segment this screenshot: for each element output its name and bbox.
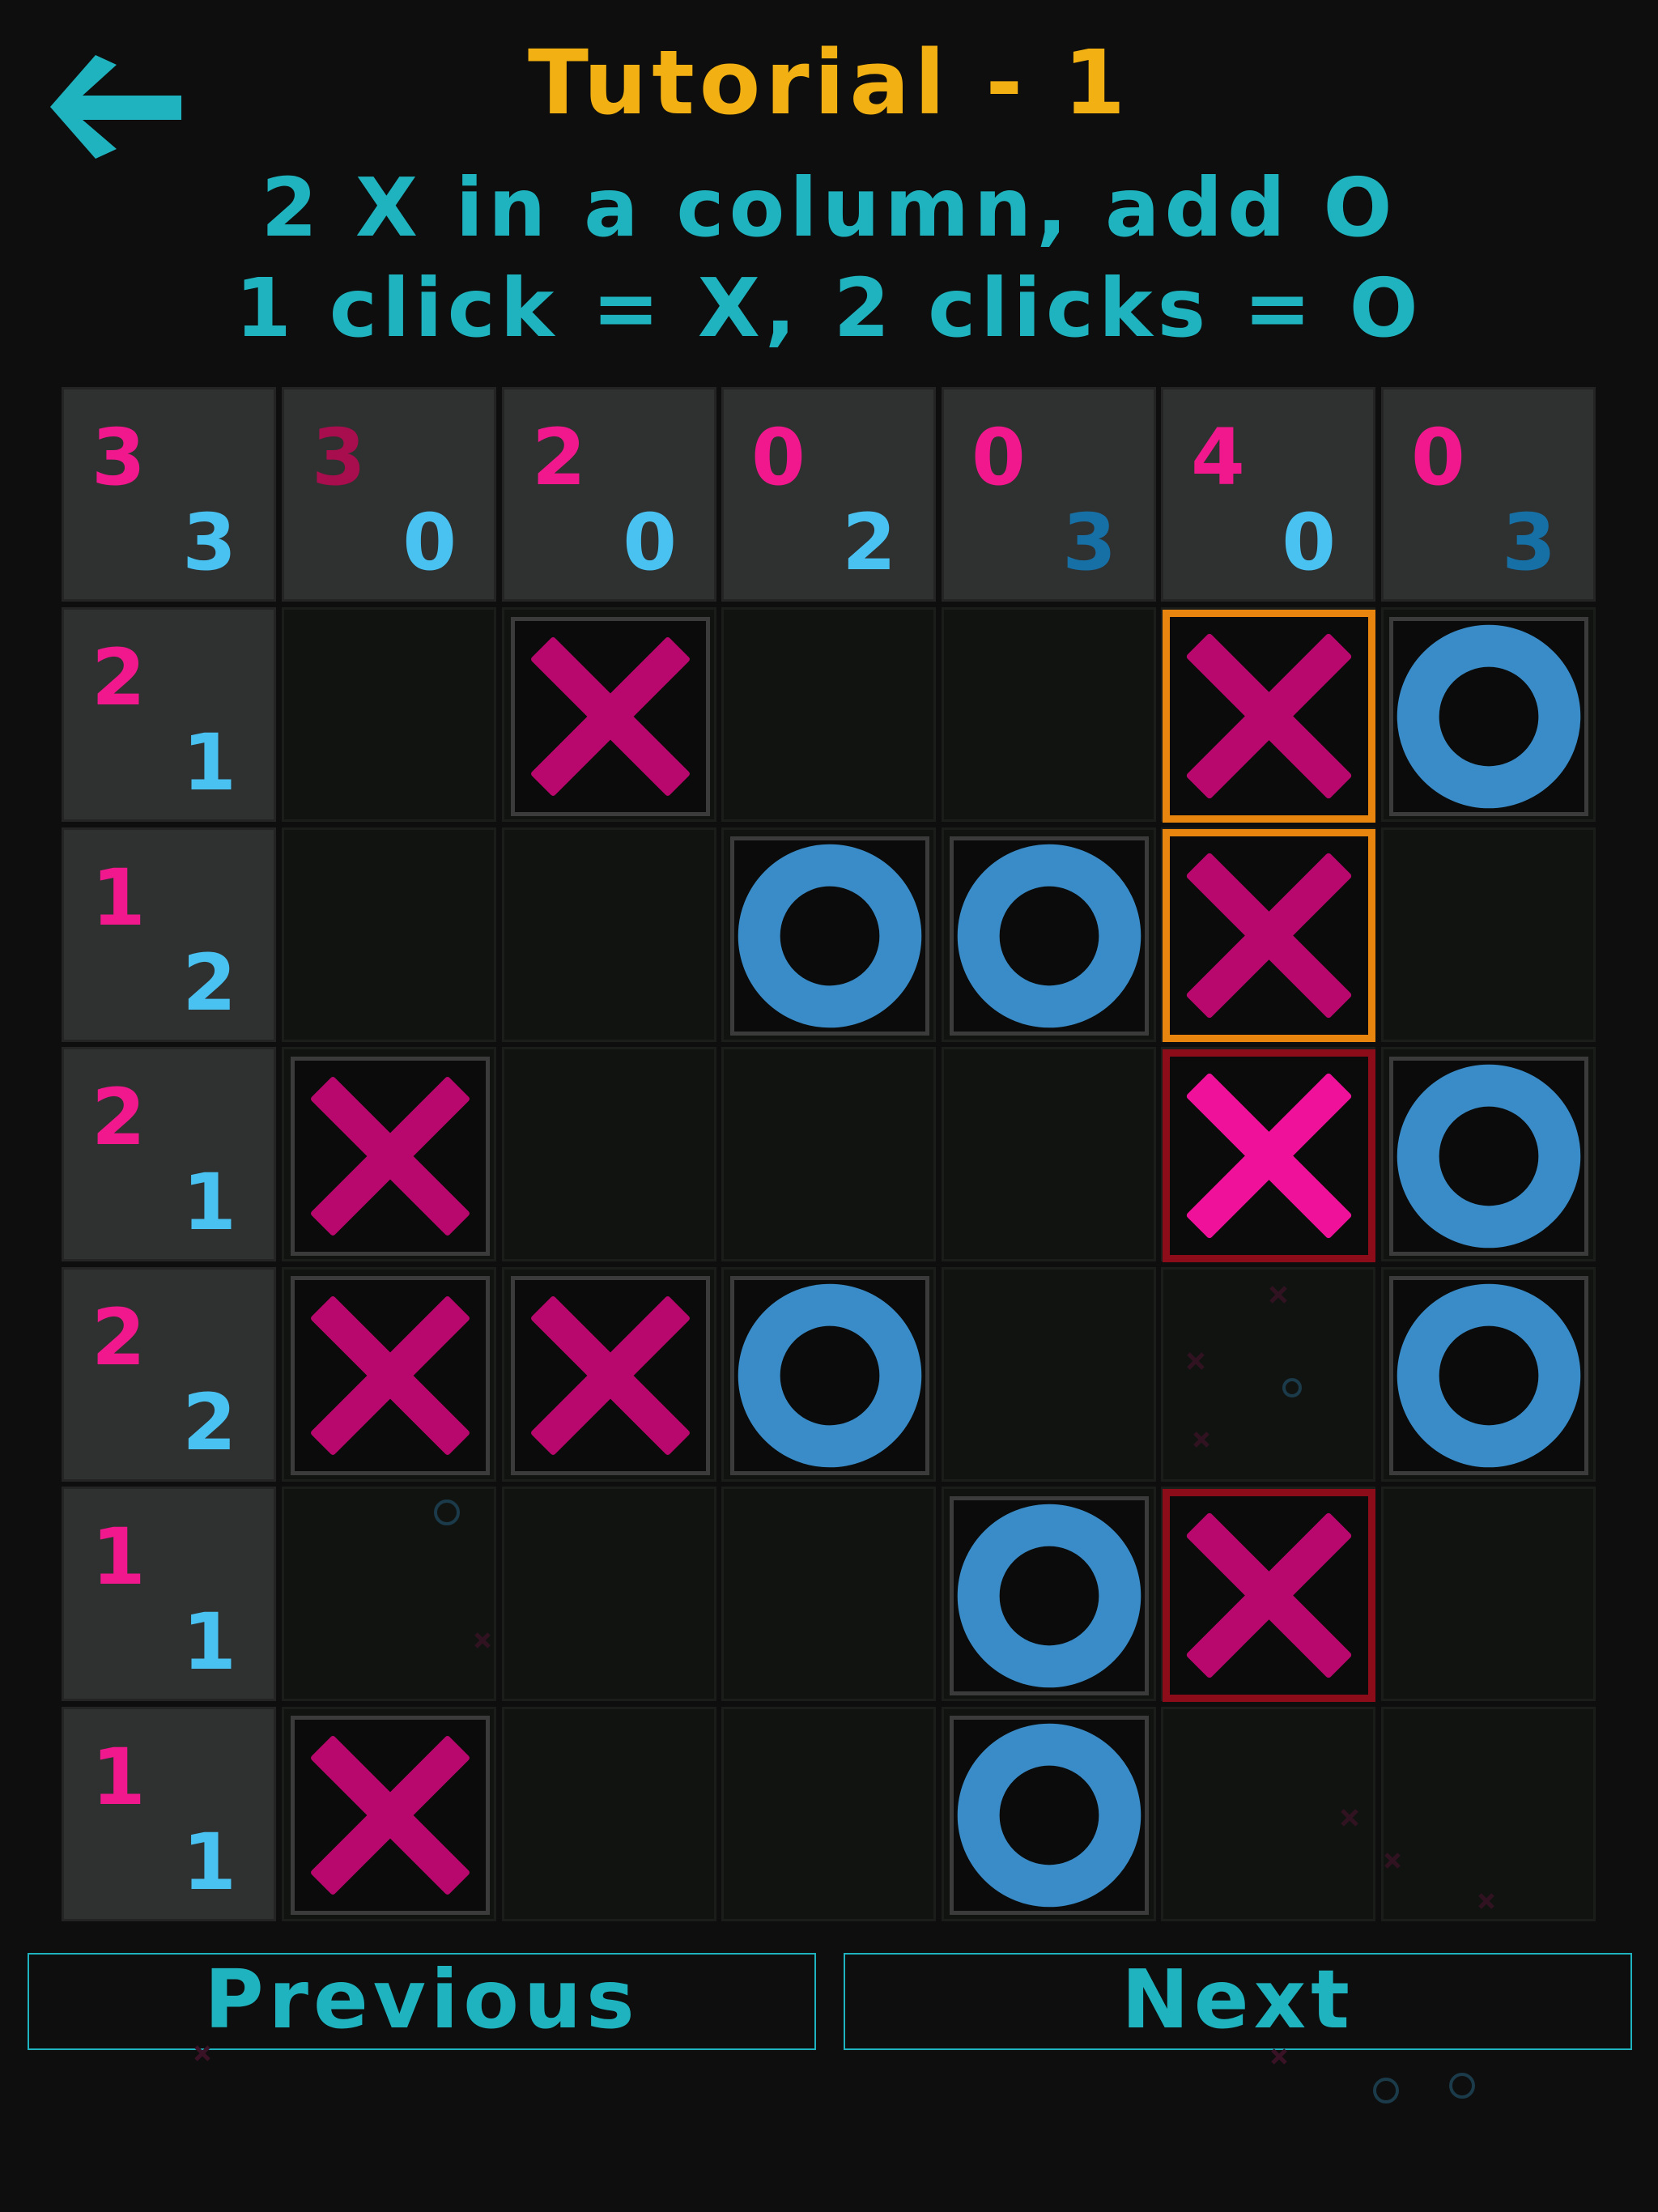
row-x-count: 1	[91, 1732, 146, 1823]
column-o-count: 0	[402, 497, 457, 588]
o-mark-icon	[957, 1723, 1141, 1908]
o-mark-icon	[1397, 624, 1581, 809]
o-mark-icon	[957, 1504, 1141, 1688]
column-x-count: 2	[532, 412, 586, 503]
board-cell[interactable]	[1381, 827, 1596, 1042]
column-header: 3 0	[282, 387, 496, 602]
board-cell[interactable]	[282, 607, 496, 822]
corner-o-count: 3	[182, 497, 236, 588]
row-x-count: 1	[91, 1512, 146, 1602]
row-o-count: 1	[182, 1597, 236, 1687]
row-x-count: 1	[91, 853, 146, 943]
x-mark-icon	[531, 637, 690, 796]
board-cell[interactable]	[721, 1707, 936, 1921]
x-mark-icon	[531, 1296, 690, 1455]
board-cell[interactable]	[1381, 1487, 1596, 1701]
row-header: 2 1	[62, 607, 276, 822]
x-tile-highlighted[interactable]	[1163, 610, 1375, 823]
board-cell[interactable]	[721, 1047, 936, 1261]
x-mark-icon	[311, 1077, 470, 1236]
o-tile[interactable]	[1389, 1057, 1588, 1256]
row-header: 2 2	[62, 1267, 276, 1482]
instruction-line-2: 1 click = X, 2 clicks = O	[235, 261, 1423, 355]
x-tile-active[interactable]	[1163, 1489, 1375, 1702]
o-tile[interactable]	[1389, 1276, 1588, 1475]
column-x-count: 0	[1411, 412, 1465, 503]
row-x-count: 2	[91, 632, 146, 723]
board-cell[interactable]	[502, 1707, 716, 1921]
column-x-count: 0	[751, 412, 806, 503]
corner-x-count: 3	[91, 412, 146, 503]
board-cell[interactable]	[721, 1487, 936, 1701]
column-header: 0 2	[721, 387, 936, 602]
column-o-count: 2	[842, 497, 896, 588]
x-mark-icon	[1186, 1073, 1352, 1239]
column-o-count: 3	[1502, 497, 1556, 588]
column-x-count: 4	[1191, 412, 1245, 503]
column-x-count: 3	[312, 412, 366, 503]
column-header: 4 0	[1161, 387, 1375, 602]
instruction-line-1: 2 X in a column, add O	[261, 160, 1397, 255]
o-mark-icon	[738, 844, 922, 1028]
x-mark-icon	[1186, 1512, 1352, 1678]
board-cell[interactable]	[942, 1267, 1156, 1482]
board-cell[interactable]	[502, 1487, 716, 1701]
o-tile[interactable]	[730, 1276, 929, 1475]
x-tile[interactable]	[291, 1057, 490, 1256]
row-o-count: 2	[182, 938, 236, 1028]
board-cell[interactable]	[1381, 1707, 1596, 1921]
board-cell[interactable]	[282, 1487, 496, 1701]
x-tile[interactable]	[291, 1276, 490, 1475]
board-cell[interactable]	[282, 827, 496, 1042]
x-tile[interactable]	[511, 617, 710, 816]
row-o-count: 1	[182, 1157, 236, 1248]
x-tile[interactable]	[511, 1276, 710, 1475]
row-o-count: 2	[182, 1377, 236, 1468]
x-tile-active[interactable]	[1163, 1049, 1375, 1262]
row-o-count: 1	[182, 717, 236, 808]
x-tile[interactable]	[291, 1716, 490, 1915]
column-o-count: 3	[1062, 497, 1116, 588]
column-x-count: 0	[971, 412, 1026, 503]
previous-button[interactable]: Previous	[28, 1953, 816, 2050]
page-title: Tutorial - 1	[527, 31, 1131, 134]
row-x-count: 2	[91, 1292, 146, 1383]
x-mark-icon	[311, 1296, 470, 1455]
board-cell[interactable]	[721, 607, 936, 822]
row-x-count: 2	[91, 1072, 146, 1163]
board-cell[interactable]	[942, 607, 1156, 822]
board-cell[interactable]	[502, 1047, 716, 1261]
column-o-count: 0	[1282, 497, 1336, 588]
x-mark-icon	[1186, 633, 1352, 799]
o-tile[interactable]	[730, 836, 929, 1036]
row-header: 2 1	[62, 1047, 276, 1261]
column-header: 2 0	[502, 387, 716, 602]
corner-header: 3 3	[62, 387, 276, 602]
board-cell[interactable]	[502, 827, 716, 1042]
row-header: 1 1	[62, 1487, 276, 1701]
o-mark-icon	[738, 1283, 922, 1468]
o-tile[interactable]	[950, 836, 1149, 1036]
x-mark-icon	[1186, 853, 1352, 1019]
board-cell[interactable]	[1161, 1267, 1375, 1482]
row-header: 1 1	[62, 1707, 276, 1921]
row-header: 1 2	[62, 827, 276, 1042]
x-tile-highlighted[interactable]	[1163, 829, 1375, 1042]
column-header: 0 3	[1381, 387, 1596, 602]
board-cell[interactable]	[942, 1047, 1156, 1261]
row-o-count: 1	[182, 1817, 236, 1908]
board-cell[interactable]	[1161, 1707, 1375, 1921]
o-tile[interactable]	[950, 1716, 1149, 1915]
o-mark-icon	[1397, 1283, 1581, 1468]
column-o-count: 0	[623, 497, 677, 588]
o-mark-icon	[957, 844, 1141, 1028]
x-mark-icon	[311, 1736, 470, 1895]
o-tile[interactable]	[950, 1496, 1149, 1695]
column-header: 0 3	[942, 387, 1156, 602]
o-tile[interactable]	[1389, 617, 1588, 816]
o-mark-icon	[1397, 1064, 1581, 1249]
next-button[interactable]: Next	[844, 1953, 1632, 2050]
